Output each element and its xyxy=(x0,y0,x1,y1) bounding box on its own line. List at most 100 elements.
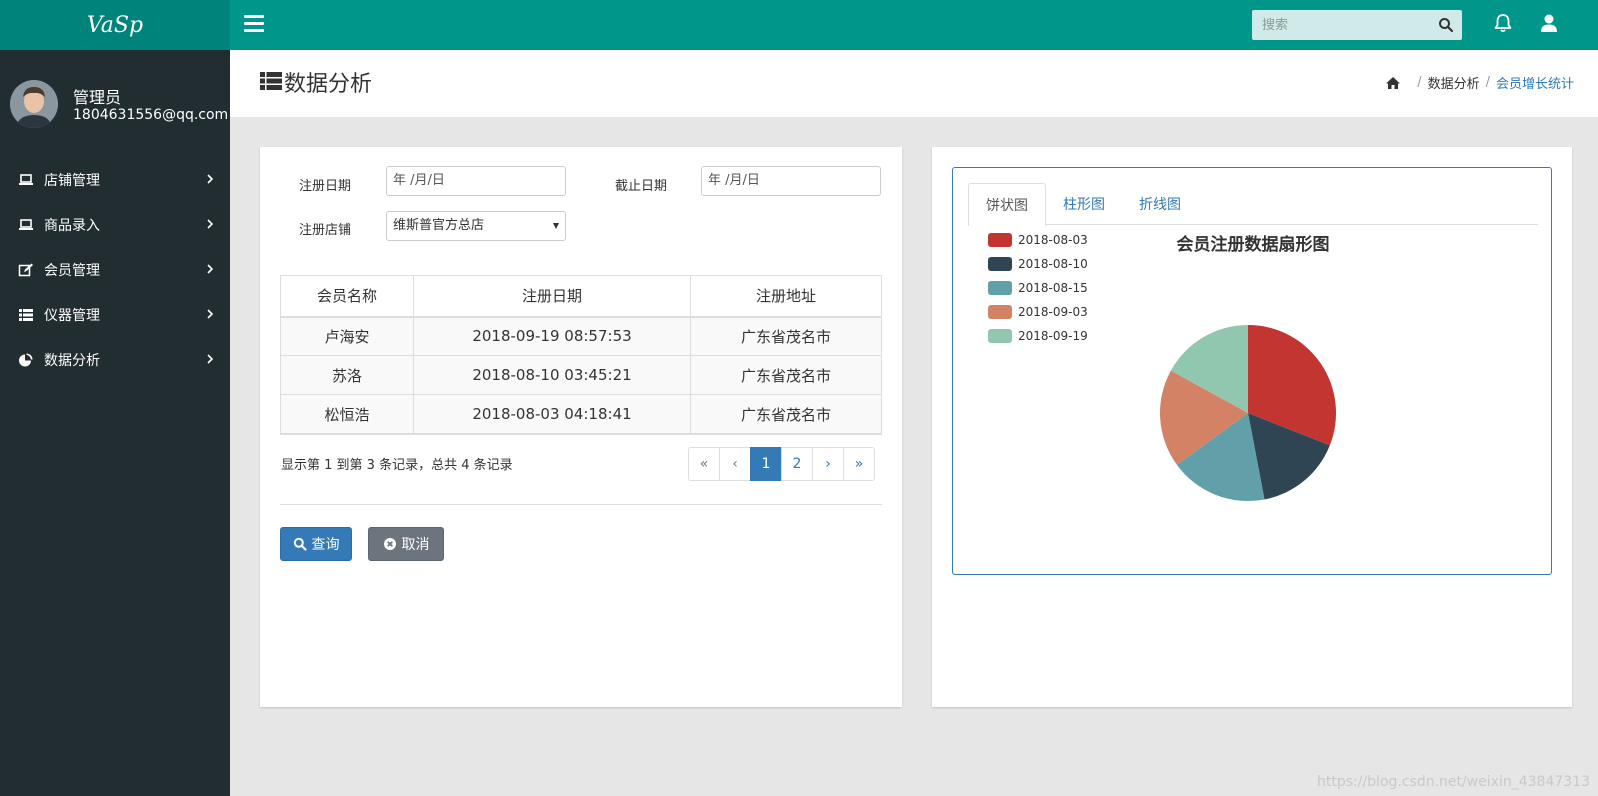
menu-toggle-icon[interactable] xyxy=(244,15,264,33)
search-icon xyxy=(293,537,307,551)
store-select[interactable]: 维斯普官方总店 xyxy=(386,211,566,241)
table-cell: 卢海安 xyxy=(280,316,414,356)
list-icon xyxy=(260,72,282,90)
chart-card: 饼状图 柱形图 折线图 会员注册数据扇形图 2018-08-03 2018-08… xyxy=(932,147,1572,707)
sidebar-item-data-analysis[interactable]: 数据分析 xyxy=(0,337,230,382)
page-button-2[interactable]: 2 xyxy=(781,447,813,481)
reg-date-label: 注册日期 xyxy=(299,179,352,194)
pie-chart-icon xyxy=(19,353,33,366)
chevron-right-icon xyxy=(207,309,214,319)
cancel-button-label: 取消 xyxy=(401,537,430,553)
legend-label: 2018-09-19 xyxy=(1018,329,1088,343)
legend-swatch xyxy=(988,329,1012,343)
legend-label: 2018-08-10 xyxy=(1018,257,1088,271)
bell-icon[interactable] xyxy=(1492,12,1514,34)
query-button-label: 查询 xyxy=(311,537,340,553)
table-cell: 2018-08-03 04:18:41 xyxy=(413,394,691,434)
table-cell: 广东省茂名市 xyxy=(690,394,882,434)
sidebar-item-store-management[interactable]: 店铺管理 xyxy=(0,157,230,202)
profile-name: 管理员 xyxy=(73,88,122,107)
prev-page-button[interactable]: ‹ xyxy=(719,447,751,481)
sidebar-item-label: 商品录入 xyxy=(44,217,100,234)
table-cell: 广东省茂名市 xyxy=(690,316,882,356)
legend-item[interactable]: 2018-08-03 xyxy=(988,228,1088,252)
breadcrumb-item-active[interactable]: 会员增长统计 xyxy=(1496,73,1574,92)
first-page-button[interactable]: « xyxy=(688,447,720,481)
sidebar-item-label: 数据分析 xyxy=(44,352,100,369)
table-cell: 2018-08-10 03:45:21 xyxy=(413,355,691,395)
table-row[interactable]: 松恒浩 2018-08-03 04:18:41 广东省茂名市 xyxy=(280,394,882,434)
close-circle-icon xyxy=(383,538,396,550)
sidebar-item-label: 会员管理 xyxy=(44,262,100,279)
legend-swatch xyxy=(988,233,1012,247)
breadcrumb-item[interactable]: 数据分析 xyxy=(1428,73,1480,92)
legend-label: 2018-08-03 xyxy=(1018,233,1088,247)
legend-swatch xyxy=(988,305,1012,319)
user-icon[interactable] xyxy=(1538,12,1560,34)
breadcrumb-separator: / xyxy=(1417,75,1422,90)
sidebar-item-label: 仪器管理 xyxy=(44,307,100,324)
breadcrumb: / 数据分析 / 会员增长统计 xyxy=(1385,73,1574,92)
legend-swatch xyxy=(988,257,1012,271)
breadcrumb-separator: / xyxy=(1485,75,1490,90)
edit-icon xyxy=(18,263,33,276)
sidebar: 管理员 1804631556@qq.com 店铺管理 商品录入 会员管理 仪器管… xyxy=(0,50,230,796)
legend-item[interactable]: 2018-09-03 xyxy=(988,300,1088,324)
table-header-row: 会员名称 注册日期 注册地址 xyxy=(280,275,882,318)
user-profile: 管理员 1804631556@qq.com xyxy=(10,80,228,130)
end-date-input[interactable]: 年 /月/日 xyxy=(701,166,881,196)
column-header[interactable]: 会员名称 xyxy=(280,275,414,318)
table-row[interactable]: 苏洛 2018-08-10 03:45:21 广东省茂名市 xyxy=(280,355,882,395)
watermark: https://blog.csdn.net/weixin_43847313 xyxy=(1316,774,1590,790)
query-card: 注册日期 年 /月/日 截止日期 年 /月/日 注册店铺 维斯普官方总店 会员名… xyxy=(260,147,902,707)
top-bar: VaSp xyxy=(0,0,1598,50)
legend-label: 2018-08-15 xyxy=(1018,281,1088,295)
caret-down-icon xyxy=(553,223,559,229)
end-date-label: 截止日期 xyxy=(615,179,668,194)
legend-swatch xyxy=(988,281,1012,295)
store-label: 注册店铺 xyxy=(299,223,352,238)
legend-label: 2018-09-03 xyxy=(1018,305,1088,319)
table-cell: 2018-09-19 08:57:53 xyxy=(413,316,691,356)
sidebar-item-instrument-management[interactable]: 仪器管理 xyxy=(0,292,230,337)
tab-line-chart[interactable]: 折线图 xyxy=(1122,183,1198,225)
pagination: « ‹ 1 2 › » xyxy=(688,447,875,481)
table-cell: 苏洛 xyxy=(280,355,414,395)
pagination-info: 显示第 1 到第 3 条记录，总共 4 条记录 xyxy=(281,458,513,473)
sidebar-item-label: 店铺管理 xyxy=(44,172,100,189)
reg-date-input[interactable]: 年 /月/日 xyxy=(386,166,566,196)
logo: VaSp xyxy=(86,12,144,38)
legend-item[interactable]: 2018-09-19 xyxy=(988,324,1088,348)
next-page-button[interactable]: › xyxy=(812,447,844,481)
last-page-button[interactable]: » xyxy=(843,447,875,481)
sidebar-item-member-management[interactable]: 会员管理 xyxy=(0,247,230,292)
search-box xyxy=(1252,10,1462,40)
table-cell: 广东省茂名市 xyxy=(690,355,882,395)
chart-panel: 饼状图 柱形图 折线图 会员注册数据扇形图 2018-08-03 2018-08… xyxy=(952,167,1552,575)
column-header[interactable]: 注册地址 xyxy=(690,275,882,318)
legend-item[interactable]: 2018-08-10 xyxy=(988,252,1088,276)
search-icon[interactable] xyxy=(1438,17,1454,33)
chevron-right-icon xyxy=(207,219,214,229)
query-button[interactable]: 查询 xyxy=(280,527,352,561)
page-button-1[interactable]: 1 xyxy=(750,447,782,481)
home-icon[interactable] xyxy=(1385,76,1401,90)
legend-item[interactable]: 2018-08-15 xyxy=(988,276,1088,300)
sidebar-nav: 店铺管理 商品录入 会员管理 仪器管理 数据分析 xyxy=(0,157,230,382)
tab-bar-chart[interactable]: 柱形图 xyxy=(1046,183,1122,225)
logo-area[interactable]: VaSp xyxy=(0,0,230,50)
chart-legend: 2018-08-03 2018-08-10 2018-08-15 2018-09… xyxy=(988,228,1088,348)
column-header[interactable]: 注册日期 xyxy=(413,275,691,318)
member-table: 会员名称 注册日期 注册地址 卢海安 2018-09-19 08:57:53 广… xyxy=(280,275,882,434)
divider xyxy=(280,504,882,505)
sidebar-item-product-entry[interactable]: 商品录入 xyxy=(0,202,230,247)
tab-pie-chart[interactable]: 饼状图 xyxy=(968,183,1046,226)
cancel-button[interactable]: 取消 xyxy=(368,527,444,561)
table-row[interactable]: 卢海安 2018-09-19 08:57:53 广东省茂名市 xyxy=(280,316,882,356)
chevron-right-icon xyxy=(207,354,214,364)
page-title: 数据分析 xyxy=(284,72,373,97)
chart-tabs: 饼状图 柱形图 折线图 xyxy=(968,183,1538,226)
pie-chart xyxy=(1160,325,1336,501)
laptop-icon xyxy=(19,218,33,230)
search-input[interactable] xyxy=(1252,10,1422,40)
